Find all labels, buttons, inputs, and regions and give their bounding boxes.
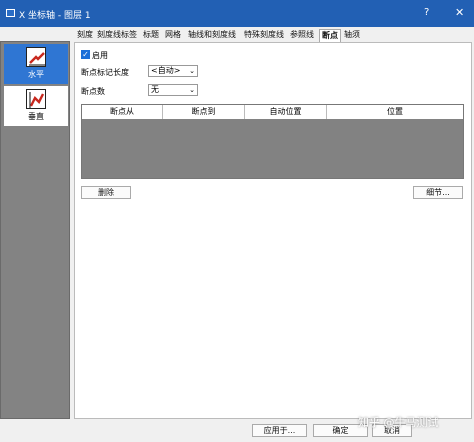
column-header-to: 断点到: [163, 105, 245, 119]
mark-length-value: <自动>: [151, 66, 181, 75]
table-header: 断点从 断点到 自动位置 位置: [82, 105, 463, 119]
nav-item-horizontal[interactable]: 水平: [4, 44, 68, 84]
tab-axis-rug[interactable]: 轴须: [344, 29, 360, 42]
column-header-from: 断点从: [82, 105, 163, 119]
tab-reference-lines[interactable]: 参照线: [290, 29, 314, 42]
details-button[interactable]: 细节...: [413, 186, 463, 199]
tab-special-ticks[interactable]: 特殊刻度线: [244, 29, 284, 42]
column-header-auto-position: 自动位置: [245, 105, 327, 119]
tab-breaks[interactable]: 断点: [319, 29, 341, 42]
enable-label: 启用: [92, 51, 108, 60]
break-count-label: 断点数: [81, 87, 105, 96]
enable-checkbox[interactable]: ✓: [81, 50, 90, 59]
break-count-select[interactable]: 无 ⌄: [148, 84, 198, 96]
vertical-axis-icon: [26, 89, 46, 109]
breaks-table: 断点从 断点到 自动位置 位置: [81, 104, 464, 179]
app-icon: [6, 9, 15, 17]
tab-scale[interactable]: 刻度: [77, 29, 93, 42]
tab-title[interactable]: 标题: [143, 29, 159, 42]
help-button[interactable]: ?: [424, 7, 429, 18]
nav-item-label: 垂直: [28, 112, 44, 121]
break-count-value: 无: [151, 85, 159, 94]
title-bar: X 坐标轴 - 图层 1 ? ✕: [0, 0, 474, 27]
tab-tick-labels[interactable]: 刻度线标签: [97, 29, 137, 42]
chevron-down-icon: ⌄: [189, 67, 195, 75]
nav-item-vertical[interactable]: 垂直: [4, 86, 68, 126]
horizontal-axis-icon: [26, 47, 46, 67]
column-header-position: 位置: [387, 107, 403, 116]
mark-length-label: 断点标记长度: [81, 68, 129, 77]
delete-button[interactable]: 删除: [81, 186, 131, 199]
tab-grid[interactable]: 网格: [165, 29, 181, 42]
close-button[interactable]: ✕: [455, 6, 464, 19]
chevron-down-icon: ⌄: [189, 86, 195, 94]
watermark-text: 知乎 @牛马测试: [358, 416, 439, 429]
axis-nav-panel: 水平 垂直: [0, 41, 70, 419]
tab-bar: 刻度 刻度线标签 标题 网格 轴线和刻度线 特殊刻度线 参照线 断点 轴须: [74, 29, 474, 42]
tab-axis-ticks[interactable]: 轴线和刻度线: [188, 29, 236, 42]
nav-item-label: 水平: [28, 70, 44, 79]
window-title: X 坐标轴 - 图层 1: [19, 11, 91, 21]
apply-to-button[interactable]: 应用于...: [252, 424, 307, 437]
mark-length-select[interactable]: <自动> ⌄: [148, 65, 198, 77]
breaks-panel: [74, 42, 472, 419]
